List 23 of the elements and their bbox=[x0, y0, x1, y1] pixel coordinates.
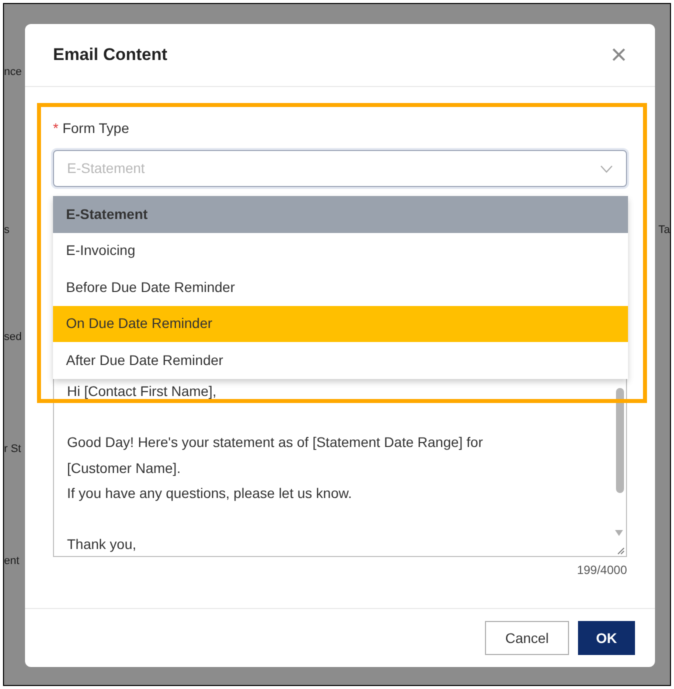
background-text: nce bbox=[4, 65, 22, 80]
dialog-title: Email Content bbox=[53, 44, 168, 66]
dropdown-option[interactable]: E-Invoicing bbox=[53, 232, 628, 269]
message-text: Hi [Contact First Name], Good Day! Here's your statement as of [Statement Date Range] for [Customer Name]. If you have any questions, please let us know. Thank you, bbox=[66, 382, 484, 554]
background-text: Ta bbox=[658, 223, 670, 238]
background-text: s bbox=[4, 223, 10, 238]
character-counter: 199/4000 bbox=[576, 562, 627, 579]
background-text: sed bbox=[4, 330, 22, 345]
chevron-down-icon bbox=[600, 164, 613, 172]
close-button[interactable]: × bbox=[610, 41, 627, 69]
scrollbar[interactable] bbox=[616, 388, 624, 493]
cancel-button[interactable]: Cancel bbox=[485, 621, 569, 655]
dropdown-option[interactable]: Before Due Date Reminder bbox=[53, 269, 628, 306]
dropdown-option[interactable]: After Due Date Reminder bbox=[53, 342, 628, 378]
ok-button[interactable]: OK bbox=[578, 621, 635, 655]
background-text: ent bbox=[4, 554, 20, 569]
scroll-down-icon[interactable] bbox=[615, 530, 623, 536]
background-text: r St bbox=[4, 442, 22, 457]
field-label: Form Type bbox=[62, 118, 130, 138]
dropdown-option[interactable]: On Due Date Reminder bbox=[53, 306, 628, 342]
required-mark: * bbox=[53, 118, 58, 138]
resize-handle-icon[interactable] bbox=[616, 546, 625, 555]
dropdown-option[interactable]: E-Statement bbox=[53, 196, 628, 232]
